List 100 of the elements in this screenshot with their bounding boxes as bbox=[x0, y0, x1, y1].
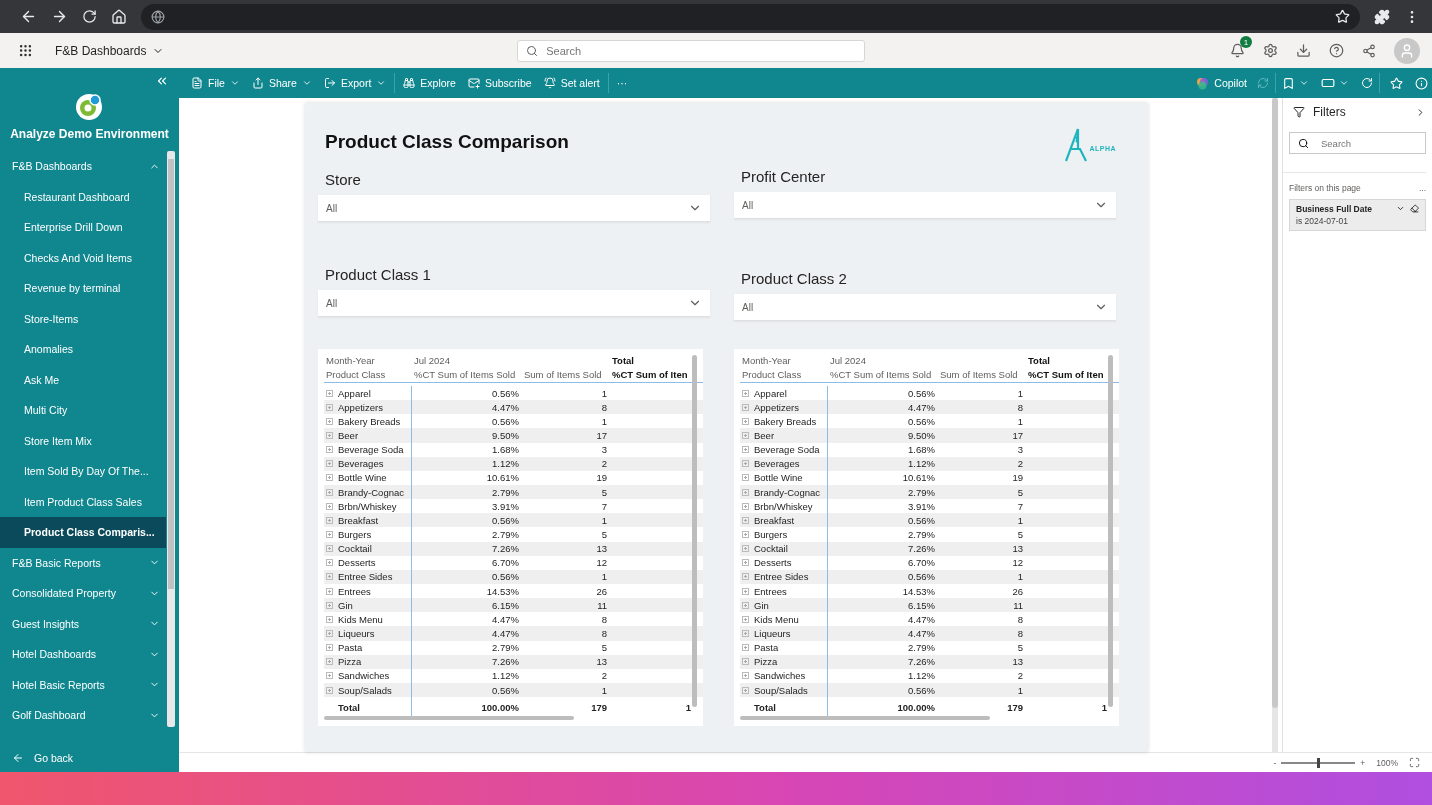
home-icon[interactable] bbox=[111, 8, 127, 25]
expand-icon[interactable] bbox=[326, 502, 333, 510]
nav-group[interactable]: F&B Dashboards bbox=[0, 151, 166, 182]
expand-icon[interactable] bbox=[742, 672, 749, 680]
nav-item[interactable]: Anomalies bbox=[0, 334, 166, 365]
zoom-in-button[interactable]: + bbox=[1360, 757, 1366, 768]
nav-group[interactable]: F&B Basic Reports bbox=[0, 547, 166, 578]
expand-icon[interactable] bbox=[742, 601, 749, 609]
expand-icon[interactable] bbox=[742, 432, 749, 439]
star-icon[interactable] bbox=[1335, 9, 1350, 24]
expand-icon[interactable] bbox=[742, 686, 749, 694]
zoom-out-button[interactable]: - bbox=[1273, 757, 1277, 768]
expand-icon[interactable] bbox=[326, 587, 333, 595]
toolbar-button[interactable]: Export bbox=[317, 68, 393, 98]
expand-icon[interactable] bbox=[326, 658, 333, 666]
expand-icon[interactable] bbox=[742, 629, 749, 637]
download-icon[interactable] bbox=[1296, 43, 1311, 58]
expand-icon[interactable] bbox=[742, 644, 749, 652]
expand-icon[interactable] bbox=[326, 615, 333, 623]
expand-icon[interactable] bbox=[326, 644, 333, 652]
expand-icon[interactable] bbox=[326, 686, 333, 694]
forward-icon[interactable] bbox=[51, 8, 68, 25]
app-launcher-icon[interactable] bbox=[18, 43, 33, 58]
toolbar-button[interactable]: Set alert bbox=[537, 68, 606, 98]
reload-icon[interactable] bbox=[82, 9, 97, 24]
expand-icon[interactable] bbox=[742, 502, 749, 510]
expand-icon[interactable] bbox=[326, 403, 333, 411]
nav-item[interactable]: Checks And Void Items bbox=[0, 242, 166, 273]
copilot-button[interactable]: Copilot bbox=[1190, 68, 1253, 98]
toolbar-button[interactable]: ··· bbox=[610, 68, 634, 98]
nav-group[interactable]: Guest Insights bbox=[0, 608, 166, 639]
toolbar-button[interactable]: Explore bbox=[397, 68, 462, 98]
expand-icon[interactable] bbox=[326, 530, 333, 538]
expand-icon[interactable] bbox=[326, 460, 333, 468]
expand-icon[interactable] bbox=[742, 559, 749, 567]
info-icon[interactable] bbox=[1415, 76, 1428, 90]
toolbar-button[interactable]: Share bbox=[245, 68, 318, 98]
nav-group[interactable]: Hotel Basic Reports bbox=[0, 669, 166, 700]
expand-icon[interactable] bbox=[326, 545, 333, 553]
nav-group[interactable]: Consolidated Property bbox=[0, 578, 166, 609]
expand-icon[interactable] bbox=[326, 629, 333, 637]
expand-icon[interactable] bbox=[326, 601, 333, 609]
collapse-button[interactable] bbox=[155, 74, 169, 88]
filter-card[interactable]: Business Full Date is 2024-07-01 bbox=[1289, 199, 1426, 231]
expand-icon[interactable] bbox=[326, 559, 333, 567]
nav-item[interactable]: Item Sold By Day Of The... bbox=[0, 456, 166, 487]
expand-icon[interactable] bbox=[326, 446, 333, 454]
search-box[interactable]: Search bbox=[517, 39, 866, 62]
expand-icon[interactable] bbox=[326, 672, 333, 680]
expand-icon[interactable] bbox=[742, 658, 749, 666]
search-box[interactable]: Search bbox=[1289, 132, 1426, 154]
eraser-icon[interactable] bbox=[1410, 204, 1419, 213]
slider-thumb[interactable] bbox=[1317, 757, 1321, 768]
expand-icon[interactable] bbox=[326, 573, 333, 581]
nav-group[interactable]: Golf Dashboard bbox=[0, 700, 166, 731]
expand-icon[interactable] bbox=[742, 446, 749, 454]
nav-group[interactable]: Hotel Dashboards bbox=[0, 639, 166, 670]
nav-item[interactable]: Ask Me bbox=[0, 364, 166, 395]
search-field[interactable]: Search bbox=[544, 43, 857, 58]
favorite-icon[interactable] bbox=[1390, 76, 1403, 90]
expand-icon[interactable] bbox=[742, 545, 749, 553]
expand-icon[interactable] bbox=[742, 403, 749, 411]
more-button[interactable]: ... bbox=[1418, 183, 1426, 193]
expand-icon[interactable] bbox=[326, 474, 333, 482]
expand-icon[interactable] bbox=[742, 530, 749, 538]
slicer-dropdown[interactable]: All bbox=[318, 195, 710, 222]
expand-icon[interactable] bbox=[742, 488, 749, 496]
share-icon[interactable] bbox=[1362, 43, 1376, 58]
expand-icon[interactable] bbox=[742, 516, 749, 524]
expand-icon[interactable] bbox=[326, 432, 333, 439]
nav-item[interactable]: Store Item Mix bbox=[0, 425, 166, 456]
expand-icon[interactable] bbox=[326, 488, 333, 496]
extensions-icon[interactable] bbox=[1374, 8, 1390, 25]
nav-item[interactable]: Product Class Comparis... bbox=[0, 517, 166, 548]
avatar[interactable] bbox=[1394, 37, 1420, 64]
slicer-dropdown[interactable]: All bbox=[734, 192, 1116, 219]
expand-icon[interactable] bbox=[326, 389, 333, 397]
settings-icon[interactable] bbox=[1263, 43, 1278, 58]
toolbar-button[interactable]: Subscribe bbox=[461, 68, 538, 98]
help-icon[interactable] bbox=[1329, 43, 1344, 58]
expand-icon[interactable] bbox=[742, 474, 749, 482]
nav-item[interactable]: Store-Items bbox=[0, 303, 166, 334]
expand-icon[interactable] bbox=[742, 417, 749, 425]
expand-icon[interactable] bbox=[742, 460, 749, 468]
slicer-dropdown[interactable]: All bbox=[318, 290, 710, 317]
toolbar-button[interactable]: File bbox=[185, 68, 246, 98]
nav-item[interactable]: Item Product Class Sales bbox=[0, 486, 166, 517]
nav-item[interactable]: Multi City bbox=[0, 395, 166, 426]
expand-icon[interactable] bbox=[742, 389, 749, 397]
fit-icon[interactable] bbox=[1409, 757, 1420, 768]
workspace-dropdown[interactable]: F&B Dashboards bbox=[55, 43, 165, 58]
chevron-down-icon[interactable] bbox=[1396, 204, 1405, 213]
notifications-icon[interactable] bbox=[1230, 43, 1245, 58]
go-back-link[interactable]: Go back bbox=[0, 746, 179, 772]
expand-icon[interactable] bbox=[742, 587, 749, 595]
expand-icon[interactable] bbox=[326, 516, 333, 524]
back-icon[interactable] bbox=[20, 8, 37, 25]
slicer-dropdown[interactable]: All bbox=[734, 294, 1116, 321]
expand-icon[interactable] bbox=[742, 573, 749, 581]
expand-icon[interactable] bbox=[742, 615, 749, 623]
